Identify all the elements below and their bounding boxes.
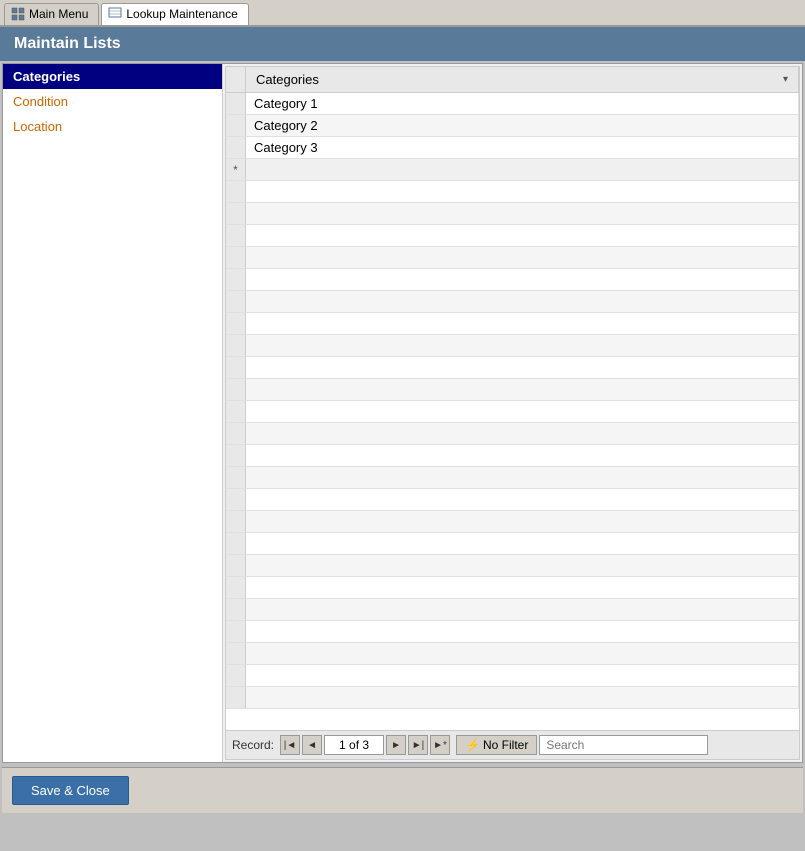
funnel-icon: ⚡ <box>465 738 480 752</box>
empty-row <box>226 621 799 643</box>
main-content: Categories Condition Location Categories… <box>2 63 803 763</box>
nav-bar: Record: |◄ ◄ 1 of 3 ► ►| ►* ⚡ No Filter <box>226 730 799 759</box>
empty-row <box>226 269 799 291</box>
empty-row <box>226 665 799 687</box>
row-marker-2 <box>226 115 246 136</box>
nav-first-button[interactable]: |◄ <box>280 735 300 755</box>
data-grid: Categories ▾ Category 1 Category 2 Categ… <box>225 66 800 760</box>
tab-lookup-maintenance-label: Lookup Maintenance <box>126 7 237 21</box>
empty-row <box>226 401 799 423</box>
right-panel: Categories ▾ Category 1 Category 2 Categ… <box>223 64 802 762</box>
sidebar: Categories Condition Location <box>3 64 223 762</box>
new-row[interactable]: * <box>226 159 799 181</box>
row-marker-1 <box>226 93 246 114</box>
table-row[interactable]: Category 2 <box>226 115 799 137</box>
no-filter-label: No Filter <box>483 738 528 752</box>
empty-row <box>226 247 799 269</box>
empty-row <box>226 291 799 313</box>
row-marker-3 <box>226 137 246 158</box>
search-input[interactable] <box>539 735 708 755</box>
main-menu-tab-icon <box>11 7 25 21</box>
save-close-button[interactable]: Save & Close <box>12 776 129 805</box>
new-row-cell[interactable] <box>246 159 799 180</box>
empty-row <box>226 203 799 225</box>
no-filter-button[interactable]: ⚡ No Filter <box>456 735 537 755</box>
nav-prev-button[interactable]: ◄ <box>302 735 322 755</box>
tab-main-menu-label: Main Menu <box>29 7 88 21</box>
grid-body: Category 1 Category 2 Category 3 * <box>226 93 799 730</box>
empty-row <box>226 379 799 401</box>
table-row[interactable]: Category 3 <box>226 137 799 159</box>
nav-next-button[interactable]: ► <box>386 735 406 755</box>
empty-row <box>226 577 799 599</box>
grid-column-header: Categories ▾ <box>246 67 799 92</box>
empty-row <box>226 555 799 577</box>
bottom-bar: Save & Close <box>2 767 803 813</box>
empty-row <box>226 335 799 357</box>
grid-cell-3[interactable]: Category 3 <box>246 137 799 158</box>
nav-last-button[interactable]: ►| <box>408 735 428 755</box>
empty-row <box>226 643 799 665</box>
sidebar-item-categories[interactable]: Categories <box>3 64 222 89</box>
tab-lookup-maintenance[interactable]: Lookup Maintenance <box>101 3 248 25</box>
record-label: Record: <box>232 738 274 752</box>
nav-new-button[interactable]: ►* <box>430 735 450 755</box>
grid-header-marker <box>226 67 246 92</box>
empty-row <box>226 423 799 445</box>
chevron-down-icon: ▾ <box>783 74 788 85</box>
empty-row <box>226 687 799 709</box>
tab-main-menu[interactable]: Main Menu <box>4 3 99 25</box>
empty-row <box>226 181 799 203</box>
empty-row <box>226 533 799 555</box>
empty-row <box>226 489 799 511</box>
grid-header: Categories ▾ <box>226 67 799 93</box>
sidebar-item-condition[interactable]: Condition <box>3 89 222 114</box>
tab-bar: Main Menu Lookup Maintenance <box>0 0 805 27</box>
sidebar-item-location[interactable]: Location <box>3 114 222 139</box>
empty-row <box>226 599 799 621</box>
new-row-marker: * <box>226 159 246 180</box>
grid-cell-1[interactable]: Category 1 <box>246 93 799 114</box>
empty-row <box>226 445 799 467</box>
empty-row <box>226 467 799 489</box>
table-row[interactable]: Category 1 <box>226 93 799 115</box>
record-info: 1 of 3 <box>324 735 384 755</box>
empty-row <box>226 511 799 533</box>
empty-row <box>226 357 799 379</box>
grid-cell-2[interactable]: Category 2 <box>246 115 799 136</box>
empty-row <box>226 225 799 247</box>
lookup-maintenance-tab-icon <box>108 7 122 21</box>
page-title: Maintain Lists <box>0 27 805 61</box>
empty-row <box>226 313 799 335</box>
